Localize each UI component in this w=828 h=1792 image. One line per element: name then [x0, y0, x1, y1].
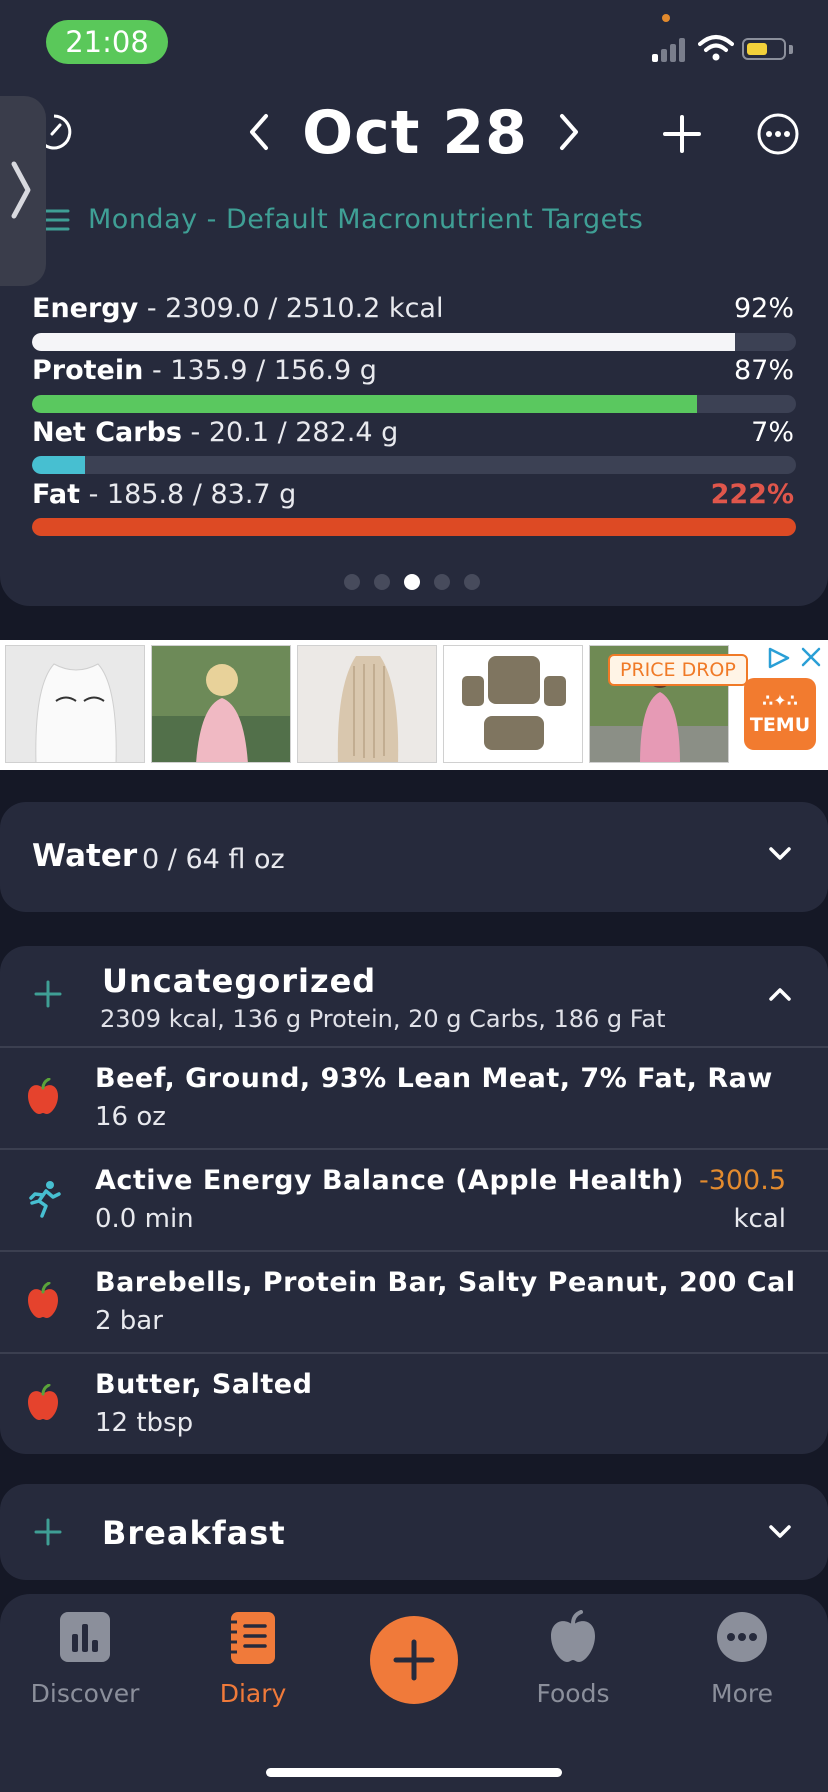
chevron-left-icon[interactable]	[246, 112, 272, 152]
running-icon	[29, 1181, 61, 1218]
breakfast-section[interactable]: Breakfast	[0, 1484, 828, 1580]
apple-icon	[28, 1078, 58, 1114]
energy-progress-bar	[32, 333, 796, 351]
net-carbs-progress-fill	[32, 456, 86, 474]
entry-quantity: 0.0 min	[95, 1204, 194, 1234]
list-icon	[44, 209, 70, 231]
ad-product-image[interactable]	[5, 645, 145, 763]
entry-quantity: 2 bar	[95, 1306, 163, 1336]
water-title: Water	[32, 838, 138, 874]
protein-progress-bar	[32, 395, 796, 413]
tab-label: Discover	[30, 1679, 140, 1708]
chevron-down-icon[interactable]	[768, 846, 792, 862]
energy-progress-fill	[32, 333, 735, 351]
diary-entry-row[interactable]: Barebells, Protein Bar, Salty Peanut, 20…	[0, 1250, 828, 1352]
net-carbs-percent: 7%	[751, 417, 794, 448]
add-food-plus-icon[interactable]	[34, 1518, 62, 1546]
temu-logo[interactable]: ∴✦∴ TEMU	[744, 678, 816, 750]
diary-entry-row[interactable]: Butter, Salted 12 tbsp	[0, 1352, 828, 1454]
add-entry-button[interactable]	[370, 1616, 458, 1704]
page-dot[interactable]	[344, 574, 360, 590]
apple-icon	[551, 1610, 595, 1662]
page-dot[interactable]	[374, 574, 390, 590]
uncategorized-section: Uncategorized 2309 kcal, 136 g Protein, …	[0, 946, 828, 1454]
entry-name: Beef, Ground, 93% Lean Meat, 7% Fat, Raw	[95, 1063, 773, 1094]
protein-progress-fill	[32, 395, 697, 413]
net-carbs-label: Net Carbs - 20.1 / 282.4 g	[32, 417, 399, 448]
protein-label: Protein - 135.9 / 156.9 g	[32, 355, 377, 386]
apple-icon	[28, 1282, 58, 1318]
privacy-indicator-dot	[662, 14, 670, 22]
breakfast-title: Breakfast	[102, 1514, 286, 1552]
entry-name: Butter, Salted	[95, 1369, 313, 1400]
tab-discover[interactable]: Discover	[10, 1594, 160, 1724]
diary-entry-row[interactable]: Beef, Ground, 93% Lean Meat, 7% Fat, Raw…	[0, 1046, 828, 1148]
entry-energy-value: -300.5	[698, 1165, 786, 1196]
tab-label: Diary	[219, 1679, 287, 1708]
water-value: 0 / 64 fl oz	[142, 844, 285, 875]
add-food-plus-icon[interactable]	[34, 980, 62, 1008]
diary-entry-row[interactable]: Active Energy Balance (Apple Health) 0.0…	[0, 1148, 828, 1250]
ad-product-image[interactable]	[443, 645, 583, 763]
status-time: 21:08	[46, 20, 168, 64]
close-icon[interactable]	[800, 646, 822, 668]
bottom-tab-bar: Discover Diary Foods More	[0, 1594, 828, 1792]
tab-label: More	[711, 1679, 773, 1708]
fat-label: Fat - 185.8 / 83.7 g	[32, 479, 297, 510]
chevron-up-icon[interactable]	[768, 986, 792, 1002]
page-dot[interactable]	[404, 574, 420, 590]
page-dot[interactable]	[464, 574, 480, 590]
home-indicator	[266, 1768, 562, 1777]
tab-foods[interactable]: Foods	[498, 1594, 648, 1724]
energy-label: Energy - 2309.0 / 2510.2 kcal	[32, 293, 444, 324]
bar-chart-icon	[60, 1612, 110, 1662]
diary-date-title[interactable]: Oct 28	[300, 96, 530, 170]
tab-more[interactable]: More	[667, 1594, 817, 1724]
energy-percent: 92%	[733, 293, 794, 324]
tab-diary[interactable]: Diary	[178, 1594, 328, 1724]
uncategorized-title[interactable]: Uncategorized	[102, 956, 376, 1006]
plus-icon	[393, 1639, 435, 1681]
apple-icon	[28, 1384, 58, 1420]
fat-percent: 222%	[710, 479, 794, 510]
summary-card: 21:08 Oct 28 Monday - Default Macronutri…	[0, 0, 828, 606]
fat-progress-bar	[32, 518, 796, 536]
battery-icon	[742, 38, 786, 60]
entry-name: Barebells, Protein Bar, Salty Peanut, 20…	[95, 1267, 796, 1298]
wifi-icon	[698, 35, 734, 61]
net-carbs-progress-bar	[32, 456, 796, 474]
more-icon	[717, 1612, 767, 1662]
tab-label: Foods	[536, 1679, 610, 1708]
ad-product-image[interactable]	[151, 645, 291, 763]
chevron-right-icon	[11, 161, 31, 219]
ad-choices-icon[interactable]	[766, 646, 792, 670]
fat-progress-fill	[32, 518, 796, 536]
entry-quantity: 12 tbsp	[95, 1408, 194, 1438]
cellular-signal-icon	[652, 36, 688, 62]
price-drop-badge: PRICE DROP	[608, 654, 748, 686]
side-drawer-handle[interactable]	[0, 96, 46, 286]
diary-notebook-icon	[231, 1612, 275, 1664]
entry-energy-unit: kcal	[733, 1204, 786, 1234]
water-section[interactable]: Water 0 / 64 fl oz	[0, 802, 828, 912]
targets-label: Monday - Default Macronutrient Targets	[88, 204, 644, 235]
entry-quantity: 16 oz	[95, 1102, 166, 1132]
chevron-down-icon[interactable]	[768, 1524, 792, 1540]
uncategorized-summary: 2309 kcal, 136 g Protein, 20 g Carbs, 18…	[100, 1005, 666, 1033]
page-dot[interactable]	[434, 574, 450, 590]
more-options-icon[interactable]	[756, 112, 800, 156]
entry-name: Active Energy Balance (Apple Health)	[95, 1165, 684, 1196]
ad-product-image[interactable]	[297, 645, 437, 763]
protein-percent: 87%	[733, 355, 794, 386]
plus-icon[interactable]	[662, 114, 702, 154]
chevron-right-icon[interactable]	[556, 112, 582, 152]
